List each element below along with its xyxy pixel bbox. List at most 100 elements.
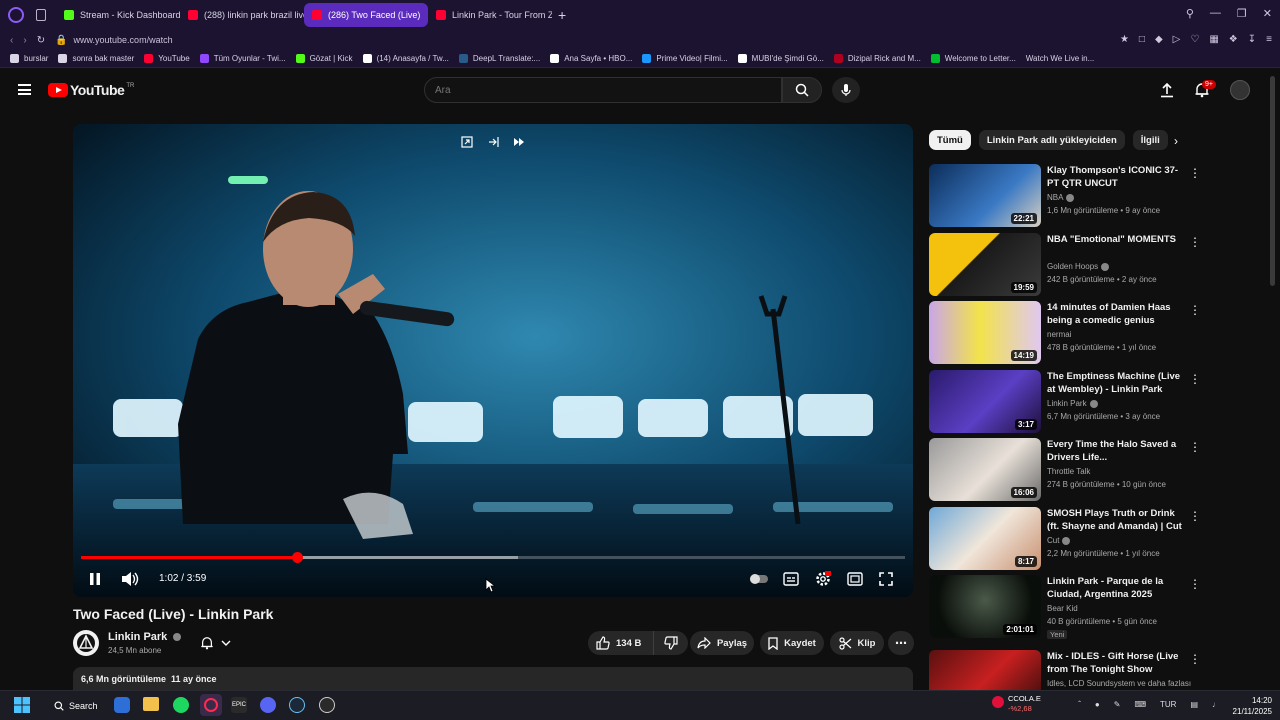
bookmark-8[interactable]: Prime Video| Filmi... <box>642 54 728 63</box>
search-button[interactable] <box>782 77 822 103</box>
autoplay-toggle-icon[interactable] <box>749 573 769 585</box>
chip-related[interactable]: İlgili <box>1132 130 1168 150</box>
rec-title[interactable]: Every Time the Halo Saved a Drivers Life… <box>1047 438 1187 464</box>
search-tabs-icon[interactable]: ⚲ <box>1186 7 1194 20</box>
extension-icon[interactable]: ▦ <box>1209 34 1218 45</box>
reload-button[interactable]: ↻ <box>37 35 45 46</box>
list-item[interactable]: 14:19 14 minutes of Damien Haas being a … <box>929 301 1201 365</box>
network-icon[interactable]: ▤ <box>1190 700 1198 709</box>
chevron-right-icon[interactable]: › <box>1174 134 1178 148</box>
more-vertical-icon[interactable]: ⋮ <box>1189 303 1201 317</box>
rec-channel[interactable]: Throttle Talk <box>1047 467 1090 476</box>
shield-icon[interactable]: ◆ <box>1155 34 1163 45</box>
settings-icon[interactable] <box>319 697 335 713</box>
discord-icon[interactable] <box>260 697 276 713</box>
rec-channel[interactable]: Cut <box>1047 536 1071 545</box>
bookmark-9[interactable]: MUBI'de Şimdi Gö... <box>737 54 824 63</box>
heart-icon[interactable]: ♡ <box>1190 34 1199 45</box>
keyboard-icon[interactable]: ⌨ <box>1134 700 1146 709</box>
rec-title[interactable]: Linkin Park - Parque de la Ciudad, Argen… <box>1047 575 1187 601</box>
upload-icon[interactable] <box>1160 82 1174 98</box>
bookmark-page-icon[interactable]: ★ <box>1120 34 1129 45</box>
video-thumbnail[interactable]: 8:17 <box>929 507 1041 570</box>
screenshot-icon[interactable]: □ <box>1139 34 1145 45</box>
clock[interactable]: 14:20 21/11/2025 <box>1233 695 1272 717</box>
maximize-button[interactable]: ❐ <box>1237 7 1247 20</box>
channel-avatar[interactable] <box>73 630 99 656</box>
save-button[interactable]: Kaydet <box>760 631 824 655</box>
subscription-bell-button[interactable] <box>188 631 242 655</box>
stock-widget[interactable]: CCOLA.E -%2,68 <box>1008 694 1041 714</box>
steam-icon[interactable] <box>289 697 305 713</box>
browser-logo-icon[interactable] <box>8 7 24 23</box>
bookmark-10[interactable]: Dizipal Rick and M... <box>833 54 921 63</box>
video-thumbnail[interactable]: 14:19 <box>929 301 1041 364</box>
dislike-button[interactable] <box>654 631 688 655</box>
more-actions-button[interactable]: ⋯ <box>888 631 914 655</box>
close-window-button[interactable]: ✕ <box>1263 7 1272 20</box>
volume-icon[interactable] <box>121 571 139 587</box>
url-field[interactable]: www.youtube.com/watch <box>74 35 173 45</box>
more-vertical-icon[interactable]: ⋮ <box>1189 440 1201 454</box>
subtitles-icon[interactable] <box>783 572 799 586</box>
pen-icon[interactable]: ✎ <box>1114 700 1121 709</box>
more-vertical-icon[interactable]: ⋮ <box>1189 509 1201 523</box>
avatar[interactable] <box>1230 80 1250 100</box>
menu-icon[interactable]: ≡ <box>1266 34 1272 45</box>
chip-all[interactable]: Tümü <box>929 130 971 150</box>
download-icon[interactable]: ↧ <box>1248 34 1256 45</box>
bookmark-2[interactable]: YouTube <box>144 54 190 63</box>
list-item[interactable]: Mix - IDLES - Gift Horse (Live from The … <box>929 650 1199 690</box>
more-vertical-icon[interactable]: ⋮ <box>1189 372 1201 386</box>
puzzle-icon[interactable]: ❖ <box>1229 34 1238 45</box>
list-item[interactable]: 16:06 Every Time the Halo Saved a Driver… <box>929 438 1201 502</box>
youtube-logo[interactable]: YouTube TR <box>48 82 134 98</box>
epic-games-icon[interactable]: EPIC <box>231 697 247 713</box>
rec-title[interactable]: The Emptiness Machine (Live at Wembley) … <box>1047 370 1187 396</box>
bookmark-6[interactable]: DeepL Translate:... <box>458 54 540 63</box>
miniplayer-icon[interactable] <box>461 136 473 148</box>
rec-channel[interactable]: Linkin Park <box>1047 399 1098 408</box>
next-video-icon[interactable] <box>513 136 525 148</box>
theater-mode-icon[interactable] <box>847 572 863 586</box>
video-thumbnail[interactable]: 19:59 <box>929 233 1041 296</box>
clip-button[interactable]: Klip <box>830 631 884 655</box>
bookmark-5[interactable]: (14) Anasayfa / Tw... <box>362 54 449 63</box>
more-vertical-icon[interactable]: ⋮ <box>1189 235 1201 249</box>
video-thumbnail[interactable]: 22:21 <box>929 164 1041 227</box>
video-thumbnail[interactable] <box>929 650 1041 690</box>
back-button[interactable]: ‹ <box>10 35 13 46</box>
hamburger-menu-icon[interactable] <box>18 84 31 95</box>
rec-channel[interactable]: Bear Kid <box>1047 604 1078 613</box>
voice-search-button[interactable] <box>832 77 860 103</box>
video-thumbnail[interactable]: 16:06 <box>929 438 1041 501</box>
file-explorer-icon[interactable] <box>143 697 159 711</box>
list-item[interactable]: 22:21 Klay Thompson's ICONIC 37-PT QTR U… <box>929 164 1201 228</box>
rec-channel[interactable]: NBA <box>1047 193 1075 202</box>
rec-title[interactable]: Klay Thompson's ICONIC 37-PT QTR UNCUT <box>1047 164 1187 190</box>
rec-title[interactable]: SMOSH Plays Truth or Drink (ft. Shayne a… <box>1047 507 1187 533</box>
language-indicator[interactable]: TUR <box>1160 700 1176 709</box>
settings-gear-icon[interactable] <box>815 571 831 587</box>
tab-linkin-brazil[interactable]: (288) linkin park brazil live <box>180 3 304 27</box>
channel-name[interactable]: Linkin Park <box>108 631 182 643</box>
like-button[interactable]: 134 B <box>588 631 654 655</box>
rec-channel[interactable]: Golden Hoops <box>1047 262 1110 271</box>
pause-icon[interactable] <box>89 572 101 586</box>
share-button[interactable]: Paylaş <box>690 631 754 655</box>
list-item[interactable]: 19:59 NBA "Emotional" MOMENTS Golden Hoo… <box>929 233 1201 297</box>
video-player[interactable]: 1:02 / 3:59 <box>73 124 913 597</box>
pip-icon[interactable] <box>487 136 499 148</box>
list-item[interactable]: 8:17 SMOSH Plays Truth or Drink (ft. Sha… <box>929 507 1201 571</box>
bookmark-12[interactable]: Watch We Live in... <box>1026 54 1094 63</box>
bookmark-4[interactable]: Gözat | Kick <box>295 54 353 63</box>
tab-tour-from-zero[interactable]: Linkin Park - Tour From Ze <box>428 3 552 27</box>
list-item[interactable]: 2:01:01 Linkin Park - Parque de la Ciuda… <box>929 575 1201 639</box>
more-vertical-icon[interactable]: ⋮ <box>1189 166 1201 180</box>
bookmark-0[interactable]: burslar <box>10 54 48 63</box>
spotify-icon[interactable] <box>173 697 189 713</box>
fullscreen-icon[interactable] <box>879 572 893 586</box>
video-thumbnail[interactable]: 2:01:01 <box>929 575 1041 638</box>
bookmark-1[interactable]: sonra bak master <box>58 54 134 63</box>
list-item[interactable]: 3:17 The Emptiness Machine (Live at Wemb… <box>929 370 1201 434</box>
